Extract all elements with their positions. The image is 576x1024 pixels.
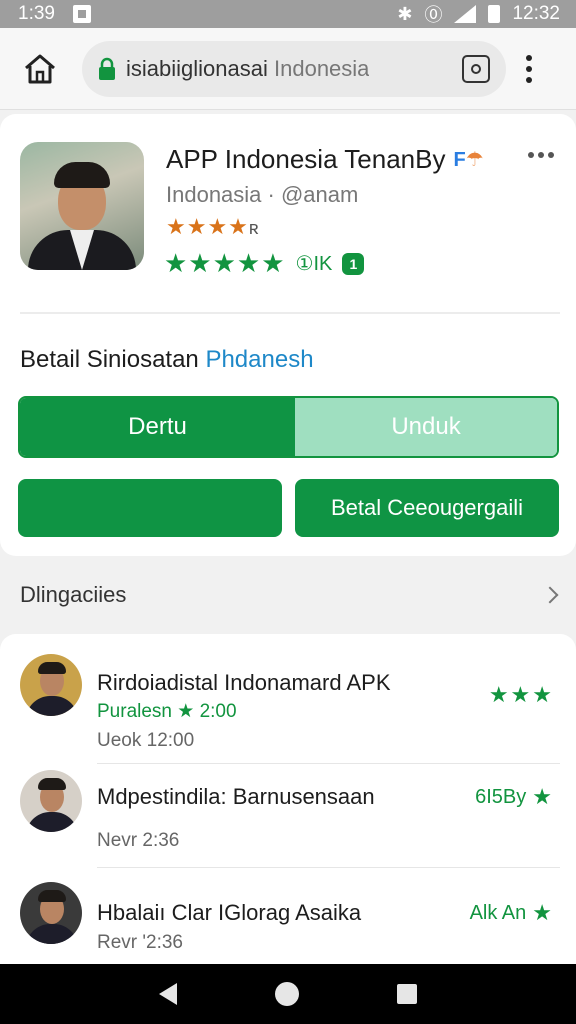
divider — [97, 866, 560, 868]
list-item-rating: Alk An ★ — [470, 900, 554, 926]
system-nav-bar — [0, 964, 576, 1024]
section-header[interactable]: Dlingaciies — [0, 566, 576, 624]
badge-icon: 1 — [342, 252, 365, 275]
avatar — [20, 770, 82, 832]
section-title-accent: Phdanesh — [205, 346, 314, 373]
home-icon — [25, 54, 55, 83]
more-vert-icon[interactable] — [526, 54, 532, 83]
list-item-title: Rirdoiadistal Indonamard APK — [97, 670, 391, 695]
orange-rating: ★★★★ʀ — [166, 214, 260, 240]
primary-button-left[interactable] — [18, 479, 282, 537]
app-title-text: APP Indonesia TenanBy — [166, 144, 446, 174]
section-title: Betail Siniosatan Phdanesh — [20, 346, 314, 374]
url-domain: Indonesia — [274, 55, 370, 81]
primary-button-right[interactable]: Betal Ceeougergaili — [295, 479, 559, 537]
list-item[interactable]: Rirdoiadistal Indonamard APK Puralesn ★ … — [0, 648, 576, 764]
rating-count: ①IK — [295, 253, 333, 275]
app-list: Rirdoiadistal Indonamard APK Puralesn ★ … — [0, 634, 576, 964]
status-time-left: 1:39 — [18, 3, 55, 24]
camera-icon[interactable] — [462, 54, 490, 83]
list-item-title: Mdpestindila: Barnusensaan — [97, 784, 375, 809]
lock-icon — [99, 57, 115, 80]
status-bar: 1:39 ✱ ⓪ 12:32 — [0, 0, 576, 28]
battery-icon — [488, 5, 501, 23]
back-icon[interactable] — [159, 983, 177, 1005]
list-item[interactable]: Hbalaiı Clar IGlorag Asaika Revr '2:36 A… — [0, 880, 576, 964]
chevron-right-icon — [541, 586, 559, 604]
avatar — [20, 654, 82, 716]
section-header-label: Dlingaciies — [20, 582, 127, 607]
seg-right-button[interactable]: Unduk — [295, 398, 557, 456]
list-item-title: Hbalaiı Clar IGlorag Asaika — [97, 900, 362, 925]
orange-stars: ★★★★ — [166, 214, 249, 239]
list-item-stars: ★ — [532, 784, 554, 809]
app-avatar — [20, 142, 144, 270]
list-item[interactable]: Mdpestindila: Barnusensaan Nevr 2:36 6I5… — [0, 764, 576, 874]
section-title-main: Betail Siniosatan — [20, 346, 199, 373]
recents-icon[interactable] — [397, 984, 417, 1004]
flags-icon: F☂ — [453, 149, 484, 171]
list-item-time: Ueok 12:00 — [97, 730, 195, 751]
url-text: isiabiiglionasai Indonesia — [126, 56, 369, 82]
orange-suffix: ʀ — [248, 218, 260, 238]
home-button[interactable] — [16, 45, 64, 93]
app-card: APP Indonesia TenanBy F☂ Indonasia · @an… — [0, 114, 576, 556]
more-horiz-icon[interactable] — [528, 152, 554, 158]
list-item-time: Revr '2:36 — [97, 932, 184, 953]
green-stars: ★★★★★ — [164, 248, 286, 278]
list-item-stars: ★ — [532, 900, 554, 925]
browser-toolbar: isiabiiglionasai Indonesia — [0, 28, 576, 110]
list-item-rating: ★★★ — [483, 682, 554, 708]
address-bar[interactable]: isiabiiglionasai Indonesia — [82, 40, 506, 97]
segmented-control: Dertu Unduk — [18, 396, 559, 458]
list-item-meta: Puralesn ★ 2:00 — [97, 701, 237, 722]
app-subtitle: Indonasia · @anam — [166, 182, 359, 207]
seg-left-button[interactable]: Dertu — [20, 398, 295, 456]
list-item-right-text: 6I5By — [475, 785, 527, 808]
green-rating: ★★★★★ ①IK 1 — [164, 248, 365, 279]
status-time-right: 12:32 — [512, 3, 560, 24]
list-item-rating: 6I5By ★ — [475, 784, 554, 810]
notification-icon — [72, 5, 91, 23]
bluetooth-icon: ✱ — [397, 3, 413, 24]
list-item-right-text: Alk An — [469, 901, 527, 924]
list-item-stars: ★★★ — [488, 682, 554, 707]
avatar — [20, 882, 82, 944]
vibrate-icon: ⓪ — [424, 5, 443, 25]
url-main: isiabiiglionasai — [126, 55, 268, 81]
home-nav-icon[interactable] — [275, 982, 299, 1006]
list-item-time: Nevr 2:36 — [97, 830, 180, 851]
app-title: APP Indonesia TenanBy F☂ — [166, 144, 484, 175]
signal-icon — [454, 5, 477, 23]
divider — [20, 312, 560, 314]
